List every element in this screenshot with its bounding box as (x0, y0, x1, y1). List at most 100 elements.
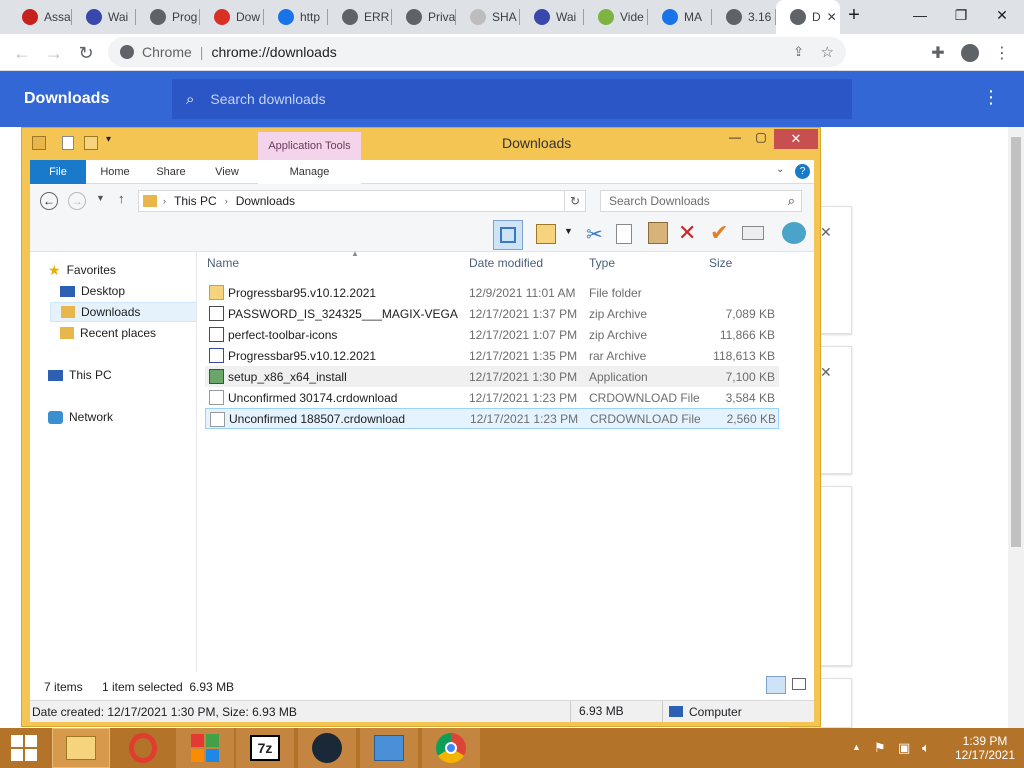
taskbar-steam[interactable] (298, 728, 356, 768)
new-tab-button[interactable]: + (834, 0, 874, 30)
show-hidden-icons-icon[interactable]: ▲ (852, 742, 861, 752)
volume-icon[interactable]: 🔈︎ (922, 740, 930, 756)
details-view-icon[interactable] (766, 676, 786, 694)
taskbar-opera[interactable] (114, 728, 172, 768)
file-row[interactable]: PASSWORD_IS_324325___MAGIX-VEGAS... 12/17… (205, 303, 779, 324)
omnibox-url: chrome://downloads (211, 44, 337, 60)
file-row[interactable]: Progressbar95.v10.12.2021 12/9/2021 11:01… (205, 282, 779, 303)
back-button[interactable]: ← (10, 41, 34, 65)
browser-tab[interactable]: Dow (200, 0, 264, 34)
column-header-name[interactable]: Name (207, 256, 239, 270)
page-scrollbar[interactable] (1008, 127, 1024, 728)
ribbon-tab-manage[interactable]: Manage (258, 160, 361, 184)
ribbon-tab-file[interactable]: File (30, 160, 86, 184)
taskbar-app[interactable] (176, 728, 234, 768)
new-folder-icon[interactable] (84, 136, 98, 150)
column-header-type[interactable]: Type (589, 256, 615, 270)
file-row[interactable]: perfect-toolbar-icons 12/17/2021 1:07 PM z… (205, 324, 779, 345)
copy-icon[interactable] (616, 224, 632, 244)
properties-icon[interactable] (62, 136, 74, 150)
globe-icon[interactable] (782, 222, 806, 244)
browser-tab[interactable]: D ✕ (776, 0, 840, 34)
browser-tab[interactable]: Assa (8, 0, 72, 34)
taskbar-file-explorer[interactable] (52, 728, 110, 768)
chrome-menu-icon[interactable]: ⋮ (990, 41, 1014, 65)
large-icons-view-icon[interactable] (792, 678, 806, 690)
forward-button[interactable]: → (42, 41, 66, 65)
remove-download-icon[interactable]: ✕ (820, 364, 832, 381)
tab-favicon-icon (214, 9, 230, 25)
column-header-date[interactable]: Date modified (469, 256, 543, 270)
breadcrumb-downloads[interactable]: Downloads (236, 194, 295, 208)
browser-tab[interactable]: Wai (520, 0, 584, 34)
refresh-icon[interactable]: ↻ (564, 190, 586, 212)
action-center-icon[interactable]: ⚑ (874, 740, 886, 756)
delete-icon[interactable]: ✕ (678, 220, 696, 246)
browser-tab[interactable]: http (264, 0, 328, 34)
close-window-button[interactable]: ✕ (982, 0, 1022, 30)
explorer-maximize-button[interactable]: ▢ (748, 130, 774, 150)
downloads-menu-icon[interactable]: ⋮ (982, 87, 1000, 108)
bookmark-star-icon[interactable]: ☆ (821, 43, 834, 61)
browser-tab[interactable]: Prog (136, 0, 200, 34)
search-downloads-input[interactable]: ⌕ Search downloads (172, 79, 852, 119)
up-icon[interactable]: ↑ (118, 191, 125, 206)
cut-icon[interactable]: ✂ (586, 222, 603, 247)
nav-recent-places[interactable]: Recent places (60, 323, 156, 343)
clock[interactable]: 1:39 PM 12/17/2021 (950, 734, 1020, 762)
taskbar-control-panel[interactable] (360, 728, 418, 768)
file-row[interactable]: Progressbar95.v10.12.2021 12/17/2021 1:35… (205, 345, 779, 366)
browser-tab[interactable]: Wai (72, 0, 136, 34)
breadcrumb-this-pc[interactable]: This PC (174, 194, 217, 208)
start-button[interactable] (0, 728, 48, 768)
remove-download-icon[interactable]: ✕ (820, 224, 832, 241)
browser-tab[interactable]: ERR (328, 0, 392, 34)
nav-downloads[interactable]: Downloads (50, 302, 200, 322)
browser-tab[interactable]: Priva (392, 0, 456, 34)
explorer-close-button[interactable]: ✕ (774, 129, 818, 149)
tab-title: MA (684, 10, 702, 24)
reload-button[interactable]: ↻ (74, 41, 98, 65)
explorer-minimize-button[interactable]: — (722, 130, 748, 150)
nav-this-pc[interactable]: This PC (48, 365, 112, 385)
extensions-icon[interactable]: ✚ (926, 41, 950, 65)
taskbar-chrome[interactable] (422, 728, 480, 768)
browser-tab[interactable]: Vide (584, 0, 648, 34)
network-status-icon[interactable]: ▣ (898, 740, 910, 756)
scrollbar-thumb[interactable] (1011, 137, 1021, 547)
search-explorer-input[interactable]: Search Downloads ⌕ (600, 190, 802, 212)
restore-button[interactable]: ❐ (941, 0, 981, 30)
back-icon[interactable]: ← (40, 192, 58, 210)
minimize-button[interactable]: — (900, 0, 940, 30)
paste-icon[interactable] (648, 222, 668, 244)
rename-icon[interactable] (742, 226, 764, 240)
nav-network[interactable]: Network (48, 407, 113, 427)
ribbon-expand-chevron-icon[interactable]: ⌄ (776, 164, 784, 175)
browser-tab[interactable]: 3.16 (712, 0, 776, 34)
omnibox[interactable]: Chrome | chrome://downloads ☆ ⇪ (108, 37, 846, 67)
recent-locations-chevron-icon[interactable]: ▼ (96, 193, 105, 203)
file-row[interactable]: Unconfirmed 188507.crdownload 12/17/2021 … (205, 408, 779, 429)
column-header-size[interactable]: Size (709, 256, 732, 270)
steam-icon (312, 733, 342, 763)
forward-icon[interactable]: → (68, 192, 86, 210)
ribbon-tab-view[interactable]: View (202, 160, 252, 184)
nav-favorites[interactable]: ★ Favorites (48, 260, 116, 280)
taskbar-7zip[interactable]: 7z (236, 728, 294, 768)
profile-icon[interactable] (958, 41, 982, 65)
browser-tab[interactable]: SHA (456, 0, 520, 34)
quick-access-chevron-icon[interactable]: ▾ (106, 134, 111, 145)
help-icon[interactable]: ? (795, 164, 810, 179)
share-icon[interactable]: ⇪ (793, 44, 804, 60)
ribbon-tab-home[interactable]: Home (90, 160, 140, 184)
select-folder-icon[interactable] (536, 224, 556, 244)
address-bar[interactable]: › This PC › Downloads ⌄ (138, 190, 584, 212)
browser-tab[interactable]: MA (648, 0, 712, 34)
folder-dropdown-icon[interactable]: ▼ (564, 226, 573, 236)
file-row[interactable]: Unconfirmed 30174.crdownload 12/17/2021 1… (205, 387, 779, 408)
preview-pane-icon[interactable] (493, 220, 523, 250)
file-row[interactable]: setup_x86_x64_install 12/17/2021 1:30 PM A… (205, 366, 779, 387)
ribbon-tab-share[interactable]: Share (146, 160, 196, 184)
checkmark-icon[interactable]: ✔ (710, 220, 728, 246)
nav-desktop[interactable]: Desktop (60, 281, 125, 301)
